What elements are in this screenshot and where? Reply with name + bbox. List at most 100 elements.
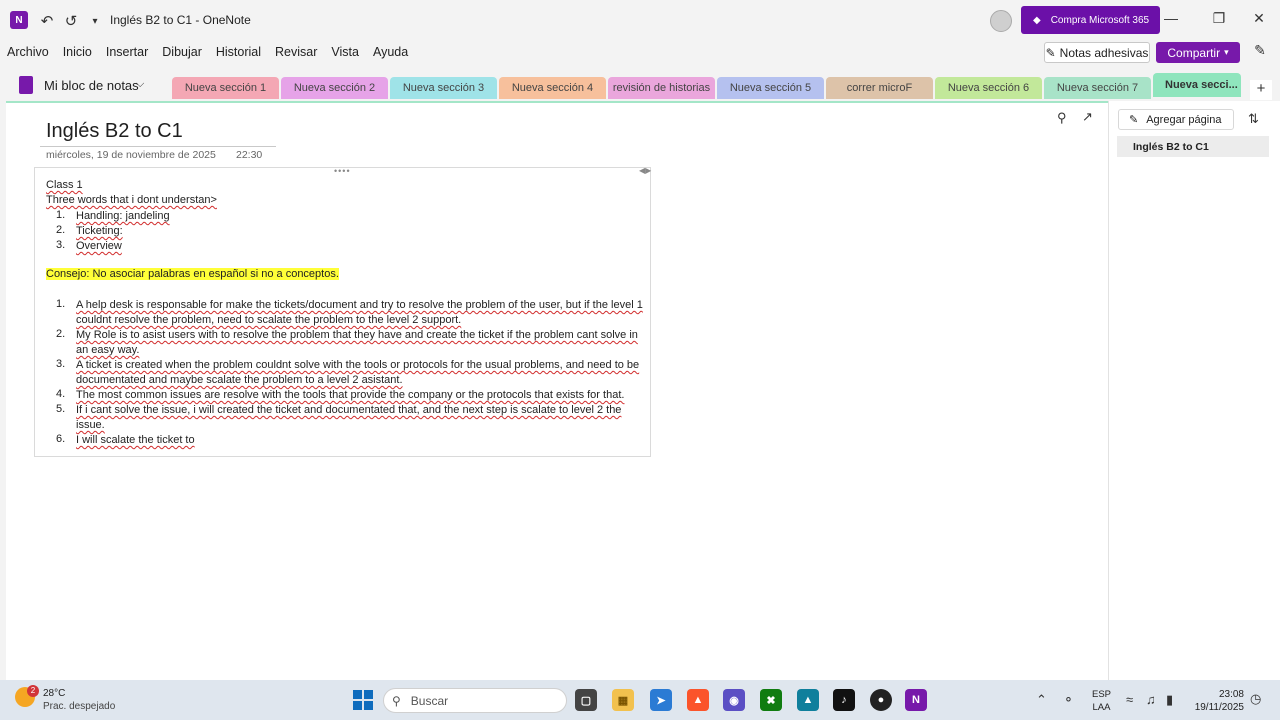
notification-icon[interactable]: ◷ [1250, 691, 1261, 707]
section-tabs: Nueva sección 1 Nueva sección 2 Nueva se… [172, 73, 1241, 99]
restore-icon[interactable]: ❐ [1204, 10, 1234, 27]
search-icon: ⚲ [392, 693, 401, 708]
chevron-up-icon[interactable]: ⌃ [1036, 692, 1047, 708]
tab-section-4[interactable]: Nueva sección 4 [499, 77, 606, 99]
tab-section-3[interactable]: Nueva sección 3 [390, 77, 497, 99]
taskbar-search-box[interactable]: ⚲ Buscar [383, 688, 567, 713]
list-number: 2. [56, 224, 66, 236]
menu-insertar[interactable]: Insertar [99, 42, 155, 66]
weather-description[interactable]: Prac. despejado [43, 701, 115, 712]
obs-icon[interactable]: ● [870, 689, 892, 711]
buy-microsoft-365-button[interactable]: ◆ Compra Microsoft 365 [1021, 6, 1160, 34]
back-icon[interactable]: ↶ [36, 10, 58, 32]
title-divider [40, 146, 276, 147]
menu-inicio[interactable]: Inicio [56, 42, 99, 66]
start-windows-icon[interactable] [353, 690, 373, 710]
customize-icon[interactable]: ▾ [84, 10, 106, 32]
keyboard-layout: LAA [1092, 702, 1111, 713]
tab-correr-microf[interactable]: correr microF [826, 77, 933, 99]
list-item[interactable]: A ticket is created when the problem cou… [76, 358, 648, 388]
tab-section-5[interactable]: Nueva sección 5 [717, 77, 824, 99]
window-title-app: OneNote [202, 13, 251, 27]
minimize-icon[interactable]: — [1156, 10, 1186, 26]
search-icon[interactable]: ⚲ [1057, 110, 1067, 126]
battery-icon[interactable]: ▮ [1166, 692, 1173, 708]
close-icon[interactable]: ✕ [1244, 10, 1274, 27]
tab-active-section[interactable]: Nueva secci... [1153, 73, 1241, 97]
add-page-label: Agregar página [1146, 113, 1222, 126]
menu-revisar[interactable]: Revisar [268, 42, 324, 66]
sticky-notes-button[interactable]: ✎ Notas adhesivas [1044, 42, 1150, 63]
taskbar [0, 680, 1280, 720]
list-number: 6. [56, 433, 66, 445]
menu-historial[interactable]: Historial [209, 42, 268, 66]
list-item[interactable]: Overview [76, 239, 648, 254]
list-item[interactable]: My Role is to asist users with to resolv… [76, 328, 648, 358]
add-section-button[interactable]: + [1250, 80, 1272, 100]
sticky-notes-label: Notas adhesivas [1059, 45, 1149, 60]
diamond-icon: ◆ [1033, 14, 1041, 26]
language-indicator[interactable]: ESP LAA [1092, 688, 1111, 714]
chevron-down-icon: ▾ [1224, 47, 1229, 57]
onenote-logo-icon: N [10, 11, 28, 29]
weather-badge: 2 [27, 685, 39, 697]
drag-handle[interactable]: •••• [334, 166, 351, 176]
menu-dibujar[interactable]: Dibujar [155, 42, 209, 66]
menu-archivo[interactable]: Archivo [0, 42, 56, 66]
list-item[interactable]: If i cant solve the issue, i will create… [76, 403, 648, 433]
wifi-icon[interactable]: ≈ [1126, 692, 1133, 707]
list-item[interactable]: Handling: jandeling [76, 209, 648, 224]
highlighted-tip[interactable]: Consejo: No asociar palabras en español … [46, 268, 339, 280]
clock-date: 19/11/2025 [1194, 702, 1244, 713]
weather-temperature[interactable]: 28°C [43, 688, 65, 699]
vscode-icon[interactable]: ➤ [650, 689, 672, 711]
list-item[interactable]: A help desk is responsable for make the … [76, 298, 648, 328]
tip-text: Consejo: No asociar palabras en español … [46, 268, 339, 280]
list-number: 2. [56, 328, 66, 340]
sort-icon[interactable]: ⇅ [1248, 111, 1259, 127]
chevron-down-icon[interactable]: ⌵ [136, 78, 144, 91]
tiktok-icon[interactable]: ♪ [833, 689, 855, 711]
menu-bar: Archivo Inicio Insertar Dibujar Historia… [0, 42, 415, 66]
add-page-button[interactable]: ✎ Agregar página [1118, 109, 1234, 130]
app-icon[interactable]: ◉ [723, 689, 745, 711]
list-item[interactable]: The most common issues are resolve with … [76, 388, 648, 403]
list-number: 3. [56, 239, 66, 251]
xbox-icon[interactable]: ✖ [760, 689, 782, 711]
list-number: 4. [56, 388, 66, 400]
tab-section-7[interactable]: Nueva sección 7 [1044, 77, 1151, 99]
notebook-selector[interactable]: Mi bloc de notas [44, 78, 139, 93]
page-title[interactable]: Inglés B2 to C1 [46, 120, 183, 143]
undo-icon[interactable]: ↺ [60, 10, 82, 32]
tab-section-2[interactable]: Nueva sección 2 [281, 77, 388, 99]
note-line-class[interactable]: Class 1 [46, 179, 83, 191]
menu-vista[interactable]: Vista [324, 42, 366, 66]
tab-section-1[interactable]: Nueva sección 1 [172, 77, 279, 99]
tab-revision-historias[interactable]: revisión de historias [608, 77, 715, 99]
file-explorer-icon[interactable]: ▦ [612, 689, 634, 711]
list-number: 5. [56, 403, 66, 415]
menu-ayuda[interactable]: Ayuda [366, 42, 415, 66]
system-clock[interactable]: 23:08 19/11/2025 [1186, 688, 1244, 714]
window-title: Inglés B2 to C1 - OneNote [110, 13, 251, 27]
volume-icon[interactable]: ♫ [1146, 692, 1156, 707]
avatar[interactable] [990, 10, 1012, 32]
photos-icon[interactable]: ▲ [797, 689, 819, 711]
onenote-taskbar-icon[interactable]: N [905, 689, 927, 711]
brave-icon[interactable]: ▲ [687, 689, 709, 711]
search-placeholder: Buscar [410, 693, 449, 708]
task-view-icon[interactable]: ▢ [575, 689, 597, 711]
list-item-editing[interactable]: I will scalate the ticket to [76, 433, 648, 448]
list-item[interactable]: Ticketing: [76, 224, 648, 239]
expand-icon[interactable]: ↗ [1082, 109, 1093, 125]
tab-section-6[interactable]: Nueva sección 6 [935, 77, 1042, 99]
share-button[interactable]: Compartir ▾ [1156, 42, 1240, 63]
share-label: Compartir [1167, 45, 1221, 60]
page-list-item[interactable]: Inglés B2 to C1 [1117, 136, 1269, 157]
microphone-icon[interactable]: ⚬ [1063, 692, 1074, 708]
note-line-words-intro[interactable]: Three words that i dont understan> [46, 194, 217, 206]
clock-time: 23:08 [1218, 689, 1244, 700]
microphone-icon[interactable]: ✎ [1250, 42, 1270, 63]
list-number: 3. [56, 358, 66, 370]
resize-handle-icon[interactable]: ◀▶ [639, 166, 651, 175]
